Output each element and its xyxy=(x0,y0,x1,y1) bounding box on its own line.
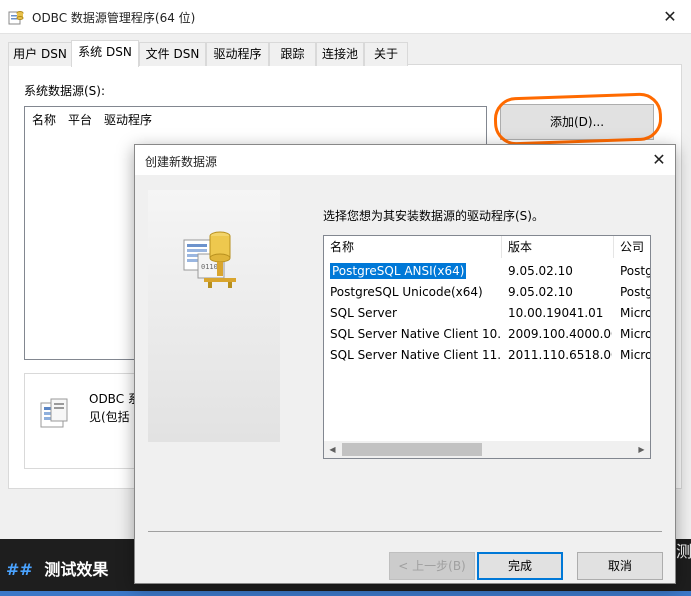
tab-user-dsn[interactable]: 用户 DSN xyxy=(8,42,72,66)
driver-version: 9.05.02.10 xyxy=(508,285,573,299)
window-title: ODBC 数据源管理程序(64 位) xyxy=(32,11,196,25)
driver-row[interactable]: PostgreSQL Unicode(x64) 9.05.02.10 Postg… xyxy=(324,282,650,303)
main-close-button[interactable]: ✕ xyxy=(651,4,689,30)
driver-name: PostgreSQL Unicode(x64) xyxy=(330,285,483,299)
driver-name: SQL Server xyxy=(330,306,397,320)
scroll-right-icon[interactable]: ▶ xyxy=(633,441,650,458)
odbc-info-icon xyxy=(40,398,68,428)
driver-company: Postgr xyxy=(620,264,650,278)
system-data-sources-label: 系统数据源(S): xyxy=(24,84,106,98)
svg-text:0110: 0110 xyxy=(201,263,218,271)
driver-name: PostgreSQL ANSI(x64) xyxy=(330,262,468,280)
driver-instruction: 选择您想为其安装数据源的驱动程序(S)。 xyxy=(323,209,544,223)
driver-name: SQL Server Native Client 10.0 xyxy=(330,327,500,341)
tab-tracing[interactable]: 跟踪 xyxy=(269,42,316,66)
dialog-title: 创建新数据源 xyxy=(145,155,218,169)
heading-hash: ## xyxy=(6,560,33,579)
driver-row[interactable]: SQL Server Native Client 10.0 2009.100.4… xyxy=(324,324,650,345)
driver-row[interactable]: SQL Server 10.00.19041.01 Micro xyxy=(324,303,650,324)
tab-system-dsn[interactable]: 系统 DSN xyxy=(71,40,139,67)
add-button[interactable]: 添加(D)... xyxy=(500,104,654,140)
driver-version: 9.05.02.10 xyxy=(508,264,573,278)
driver-list-header: 名称 版本 公司 xyxy=(324,236,650,258)
tab-about[interactable]: 关于 xyxy=(364,42,408,66)
scroll-left-icon[interactable]: ◀ xyxy=(324,441,341,458)
odbc-app-icon xyxy=(8,11,24,25)
cancel-button[interactable]: 取消 xyxy=(577,552,663,580)
background-bottom-bar xyxy=(0,591,691,596)
column-header-driver[interactable]: 驱动程序 xyxy=(104,111,152,128)
scrollbar-thumb[interactable] xyxy=(342,443,482,456)
driver-company: Micro xyxy=(620,348,650,362)
driver-company: Postgr xyxy=(620,285,650,299)
main-titlebar: ODBC 数据源管理程序(64 位) ✕ xyxy=(0,0,691,34)
column-header-name[interactable]: 名称 xyxy=(32,111,56,128)
background-edge-text: 测 xyxy=(676,542,691,561)
dialog-titlebar: 创建新数据源 ✕ xyxy=(135,145,675,175)
driver-name: SQL Server Native Client 11.0 xyxy=(330,348,500,362)
driver-row[interactable]: SQL Server Native Client 11.0 2011.110.6… xyxy=(324,345,650,366)
column-header-driver-name[interactable]: 名称 xyxy=(324,236,502,258)
driver-company: Micro xyxy=(620,306,650,320)
tab-connection-pooling[interactable]: 连接池 xyxy=(316,42,364,66)
back-button[interactable]: < 上一步(B) xyxy=(389,552,475,580)
dialog-close-button[interactable]: ✕ xyxy=(645,149,673,171)
data-source-wizard-icon: 0110 xyxy=(183,231,236,288)
driver-row[interactable]: PostgreSQL ANSI(x64) 9.05.02.10 Postgr xyxy=(324,261,650,282)
tab-file-dsn[interactable]: 文件 DSN xyxy=(139,42,206,66)
driver-version: 10.00.19041.01 xyxy=(508,306,604,320)
driver-company: Micro xyxy=(620,327,650,341)
background-heading: ## 测试效果 xyxy=(6,556,108,580)
horizontal-scrollbar[interactable]: ◀ ▶ xyxy=(324,441,650,458)
wizard-side-panel: 0110 xyxy=(148,190,280,442)
finish-button[interactable]: 完成 xyxy=(477,552,563,580)
tab-drivers[interactable]: 驱动程序 xyxy=(206,42,269,66)
heading-text: 测试效果 xyxy=(44,560,109,579)
column-header-company[interactable]: 公司 xyxy=(614,236,650,258)
driver-version: 2011.110.6518.00 xyxy=(508,348,612,362)
driver-version: 2009.100.4000.00 xyxy=(508,327,612,341)
driver-list[interactable]: 名称 版本 公司 PostgreSQL ANSI(x64) 9.05.02.10… xyxy=(323,235,651,459)
column-header-version[interactable]: 版本 xyxy=(502,236,614,258)
dialog-separator xyxy=(148,531,662,532)
info-box: ODBC 系 见(包括 I xyxy=(24,373,144,469)
column-header-platform[interactable]: 平台 xyxy=(68,111,92,128)
create-new-data-source-dialog: 创建新数据源 ✕ 0110 选择您想为其安装数据源的驱动程序(S)。 名称 版本 xyxy=(134,144,676,584)
